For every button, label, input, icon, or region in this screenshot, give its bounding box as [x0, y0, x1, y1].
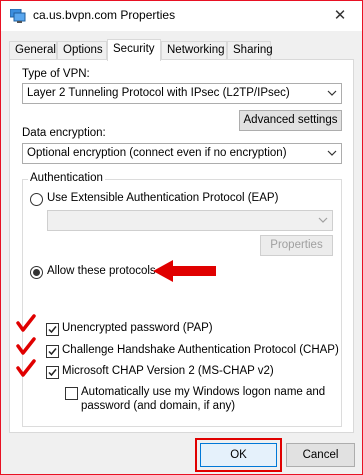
auto-logon-label-line1: Automatically use my Windows logon name … — [81, 386, 326, 398]
tab-sharing[interactable]: Sharing — [227, 41, 273, 60]
eap-type-select[interactable] — [47, 210, 333, 231]
chevron-down-icon — [327, 90, 337, 96]
security-tab-panel: Type of VPN: Layer 2 Tunneling Protocol … — [9, 59, 354, 433]
vpn-type-label: Type of VPN: — [22, 68, 90, 80]
advanced-settings-button[interactable]: Advanced settings — [239, 110, 342, 131]
vpn-type-select[interactable]: Layer 2 Tunneling Protocol with IPsec (L… — [22, 83, 342, 104]
allow-protocols-label: Allow these protocols — [47, 265, 156, 277]
auto-logon-label-line2: password (and domain, if any) — [81, 400, 236, 412]
eap-radio-label: Use Extensible Authentication Protocol (… — [47, 192, 279, 204]
title-bar: ca.us.bvpn.com Properties ✕ — [1, 1, 362, 31]
chap-checkbox[interactable] — [46, 345, 59, 358]
tab-security[interactable]: Security — [107, 39, 161, 61]
checkmark-icon — [48, 348, 57, 356]
close-icon: ✕ — [333, 7, 347, 24]
chevron-down-icon — [327, 150, 337, 156]
allow-protocols-radio[interactable] — [30, 266, 43, 279]
chevron-down-icon — [318, 217, 328, 223]
checkmark-icon — [48, 326, 57, 334]
cancel-button[interactable]: Cancel — [286, 443, 355, 467]
tab-general[interactable]: General — [9, 41, 57, 60]
mschapv2-checkbox[interactable] — [46, 366, 59, 379]
data-encryption-select[interactable]: Optional encryption (connect even if no … — [22, 143, 342, 164]
ok-button[interactable]: OK — [200, 443, 277, 467]
checkmark-icon — [48, 369, 57, 377]
eap-radio[interactable] — [30, 193, 43, 206]
vpn-type-value: Layer 2 Tunneling Protocol with IPsec (L… — [27, 87, 290, 99]
tab-networking[interactable]: Networking — [161, 41, 227, 60]
network-connection-icon — [10, 9, 26, 23]
eap-properties-button[interactable]: Properties — [260, 235, 333, 256]
mschapv2-label: Microsoft CHAP Version 2 (MS-CHAP v2) — [62, 365, 274, 377]
red-checkmark-annotation-icon — [16, 359, 36, 377]
chap-label: Challenge Handshake Authentication Proto… — [62, 344, 339, 356]
pap-label: Unencrypted password (PAP) — [62, 322, 213, 334]
red-checkmark-annotation-icon — [16, 337, 36, 355]
tab-options[interactable]: Options — [57, 41, 107, 60]
authentication-group-label: Authentication — [28, 172, 105, 184]
auto-logon-checkbox[interactable] — [65, 387, 78, 400]
close-button[interactable]: ✕ — [318, 1, 362, 31]
data-encryption-value: Optional encryption (connect even if no … — [27, 147, 287, 159]
properties-dialog: ca.us.bvpn.com Properties ✕ General Opti… — [0, 0, 363, 475]
window-title: ca.us.bvpn.com Properties — [33, 8, 176, 22]
pap-checkbox[interactable] — [46, 323, 59, 336]
annotation-arrow-icon — [153, 260, 216, 282]
red-checkmark-annotation-icon — [16, 314, 36, 332]
radio-selected-dot — [33, 269, 40, 276]
data-encryption-label: Data encryption: — [22, 127, 106, 139]
